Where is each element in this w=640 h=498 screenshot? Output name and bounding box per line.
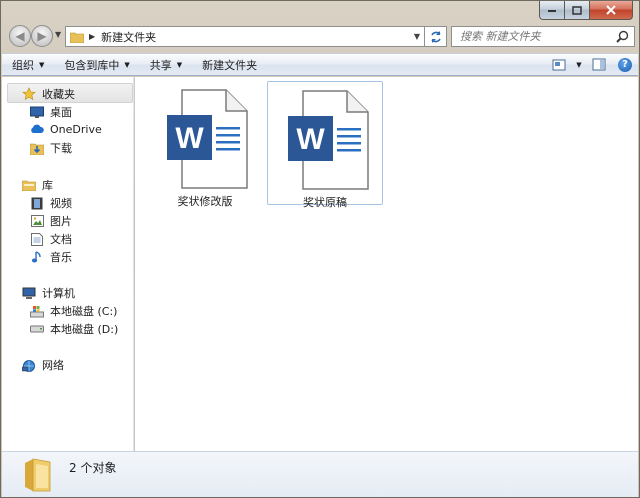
view-controls: ▼ ?	[546, 54, 638, 75]
explorer-window: ◀ ▶ ▼ ▶ 新建文件夹 ▼ 组织 ▼	[0, 0, 640, 498]
sidebar-item-disk-d[interactable]: 本地磁盘 (D:)	[30, 321, 118, 337]
caption-buttons	[539, 1, 633, 21]
file-name: 奖状修改版	[177, 195, 233, 208]
file-list[interactable]: W 奖状修改版 W 奖状原稿	[135, 77, 638, 451]
address-row: ◀ ▶ ▼ ▶ 新建文件夹 ▼	[7, 25, 635, 49]
close-button[interactable]	[590, 1, 633, 20]
breadcrumb-current-folder[interactable]: 新建文件夹	[101, 29, 156, 45]
share-menu[interactable]: 共享 ▼	[140, 54, 192, 75]
document-icon	[30, 232, 44, 246]
address-dropdown[interactable]: ▼	[414, 32, 420, 41]
refresh-icon	[430, 30, 441, 43]
preview-pane-button[interactable]	[586, 54, 612, 75]
word-document-icon: W	[288, 90, 369, 190]
search-box[interactable]	[451, 26, 635, 47]
sidebar-item-label: 视频	[50, 197, 72, 210]
sidebar-item-label: 收藏夹	[42, 88, 75, 101]
details-pane: 2 个对象	[2, 451, 638, 497]
command-bar: 组织 ▼ 包含到库中 ▼ 共享 ▼ 新建文件夹 ▼ ?	[2, 53, 638, 76]
address-bar[interactable]: ▶ 新建文件夹 ▼	[65, 26, 425, 47]
sidebar-item-computer[interactable]: 计算机	[22, 285, 75, 301]
sidebar-item-label: 下载	[50, 142, 72, 155]
desktop-icon	[30, 105, 44, 119]
sidebar-item-label: 图片	[50, 215, 72, 228]
recent-pages-dropdown[interactable]: ▼	[55, 30, 61, 39]
video-icon	[30, 196, 44, 210]
minimize-button[interactable]	[539, 1, 565, 20]
chevron-down-icon: ▼	[176, 60, 183, 69]
sidebar-item-network[interactable]: 网络	[22, 357, 64, 373]
sidebar-item-videos[interactable]: 视频	[30, 195, 72, 211]
sidebar-item-onedrive[interactable]: OneDrive	[30, 122, 102, 136]
network-icon	[22, 358, 36, 372]
computer-icon	[22, 286, 36, 300]
drive-icon	[30, 322, 44, 336]
back-button[interactable]: ◀	[9, 25, 31, 47]
maximize-button[interactable]	[565, 1, 590, 20]
maximize-icon	[572, 5, 582, 15]
refresh-button[interactable]	[425, 26, 447, 47]
folder-icon	[25, 458, 51, 492]
sidebar-item-label: OneDrive	[50, 122, 102, 136]
preview-pane-icon	[592, 58, 606, 71]
view-options-dropdown[interactable]: ▼	[572, 54, 586, 75]
file-item[interactable]: W 奖状修改版	[147, 81, 263, 208]
search-icon[interactable]	[616, 30, 629, 43]
navigation-pane: 收藏夹 桌面 OneDrive 下载 库 视频 图片 文档 音乐 计算机 本地磁…	[2, 77, 134, 451]
word-document-icon: W	[167, 89, 248, 189]
sidebar-item-label: 桌面	[50, 106, 72, 119]
sidebar-item-documents[interactable]: 文档	[30, 231, 72, 247]
search-input[interactable]	[458, 29, 618, 44]
svg-text:W: W	[175, 122, 204, 155]
svg-text:W: W	[296, 123, 325, 156]
sidebar-item-downloads[interactable]: 下载	[30, 140, 72, 156]
view-icon	[552, 59, 566, 70]
sidebar-item-label: 音乐	[50, 251, 72, 264]
chevron-down-icon: ▼	[124, 60, 130, 69]
new-folder-label: 新建文件夹	[202, 58, 258, 72]
sidebar-item-label: 文档	[50, 233, 72, 246]
sidebar-item-label: 库	[42, 179, 53, 192]
folder-icon	[70, 32, 84, 43]
sidebar-item-label: 网络	[42, 359, 64, 372]
help-button[interactable]: ?	[612, 54, 638, 75]
minimize-icon	[548, 10, 556, 12]
include-in-library-label: 包含到库中	[64, 58, 120, 72]
sidebar-item-desktop[interactable]: 桌面	[30, 104, 72, 120]
sidebar-item-libraries[interactable]: 库	[22, 177, 53, 193]
file-name: 奖状原稿	[303, 196, 347, 209]
library-icon	[22, 178, 36, 192]
sidebar-item-favorites[interactable]: 收藏夹	[22, 86, 75, 102]
sidebar-item-disk-c[interactable]: 本地磁盘 (C:)	[30, 303, 117, 319]
star-icon	[22, 87, 36, 101]
sidebar-item-music[interactable]: 音乐	[30, 249, 72, 265]
cloud-icon	[30, 122, 44, 136]
forward-button[interactable]: ▶	[31, 25, 53, 47]
share-label: 共享	[149, 58, 172, 72]
item-count: 2 个对象	[69, 461, 117, 475]
downloads-folder-icon	[30, 141, 44, 155]
breadcrumb-separator-icon[interactable]: ▶	[89, 32, 95, 41]
picture-icon	[30, 214, 44, 228]
sidebar-item-pictures[interactable]: 图片	[30, 213, 72, 229]
new-folder-button[interactable]: 新建文件夹	[192, 54, 267, 75]
sidebar-item-label: 本地磁盘 (C:)	[50, 305, 118, 318]
file-item[interactable]: W 奖状原稿	[267, 81, 383, 209]
help-icon: ?	[618, 57, 632, 72]
sidebar-item-label: 计算机	[42, 287, 75, 300]
chevron-down-icon: ▼	[576, 60, 582, 69]
arrow-left-icon: ◀	[15, 29, 25, 43]
include-in-library-menu[interactable]: 包含到库中 ▼	[54, 54, 139, 75]
change-view-button[interactable]	[546, 54, 572, 75]
sidebar-item-label: 本地磁盘 (D:)	[50, 323, 119, 336]
chevron-down-icon: ▼	[39, 60, 45, 69]
organize-menu[interactable]: 组织 ▼	[2, 54, 54, 75]
music-icon	[30, 250, 44, 264]
close-icon	[606, 5, 616, 15]
organize-label: 组织	[12, 58, 34, 72]
system-drive-icon	[30, 304, 44, 318]
arrow-right-icon: ▶	[37, 29, 47, 43]
